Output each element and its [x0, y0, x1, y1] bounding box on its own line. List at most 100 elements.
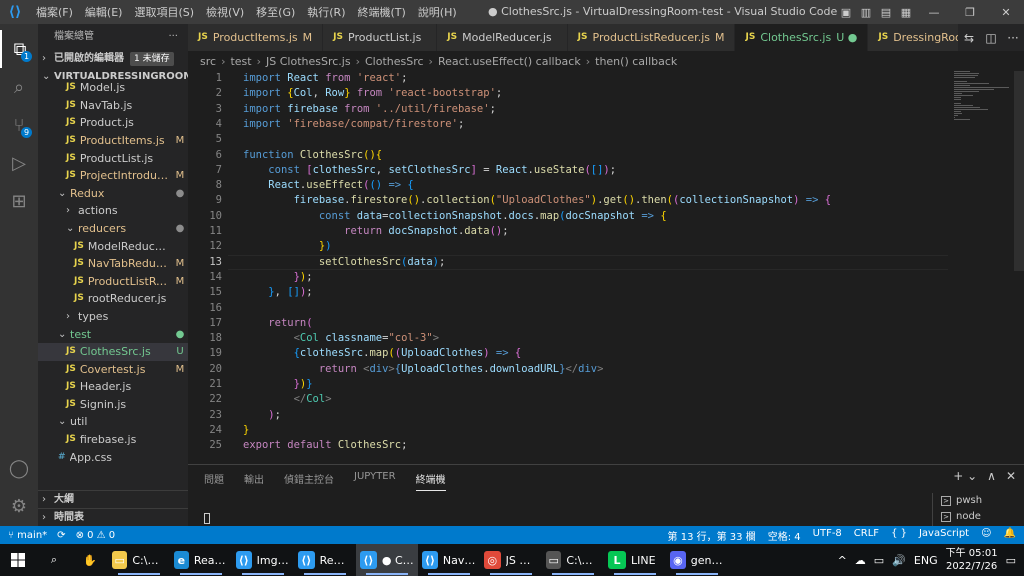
taskbar-app[interactable]: ⟨⟩ NavT... [418, 544, 480, 576]
code-line[interactable]: }, []); [243, 285, 312, 300]
feedback-icon[interactable]: ☺ [981, 528, 991, 543]
new-terminal-icon[interactable]: + ⌄ [953, 469, 977, 483]
open-editors-section[interactable]: › 已開啟的編輯器 1 未儲存 [38, 50, 188, 68]
panel-tab[interactable]: 輸出 [244, 471, 264, 491]
terminal-instance[interactable]: > node [933, 509, 1024, 525]
panel-tab[interactable]: 問題 [204, 471, 224, 491]
battery-icon[interactable]: ▭ [874, 554, 884, 567]
maximize-panel-icon[interactable]: ∧ [987, 469, 996, 483]
search-icon[interactable]: ⌕ [0, 68, 38, 106]
editor-scrollbar[interactable] [1014, 71, 1024, 271]
menu-item[interactable]: 編輯(E) [79, 4, 129, 20]
file-item[interactable]: JS Header.js [38, 378, 188, 396]
folder-item[interactable]: ⌄ Redux ● [38, 185, 188, 203]
code-line[interactable]: export default ClothesSrc; [243, 438, 407, 453]
input-language[interactable]: ENG [914, 554, 938, 567]
file-item[interactable]: JS ProductList.js [38, 150, 188, 168]
menu-item[interactable]: 檢視(V) [200, 4, 250, 20]
breadcrumb-item[interactable]: React.useEffect() callback [438, 55, 581, 68]
file-item[interactable]: # App.css [38, 449, 188, 466]
code-line[interactable]: }) [243, 239, 332, 254]
file-item[interactable]: JS Product.js [38, 114, 188, 132]
terminal-instance[interactable]: > pwsh [933, 493, 1024, 509]
breadcrumb-item[interactable]: then() callback [595, 55, 677, 68]
code-line[interactable]: {clothesSrc.map((UploadClothes) => { [243, 346, 522, 361]
code-line[interactable]: return <div>{UploadClothes.downloadURL}<… [243, 362, 604, 377]
minimize-icon[interactable]: — [916, 6, 952, 19]
taskbar-app[interactable]: ▭ C:\Us... [108, 544, 170, 576]
breadcrumb-item[interactable]: ClothesSrc [365, 55, 424, 68]
notification-center-icon[interactable]: ▭ [1006, 554, 1016, 567]
close-icon[interactable]: ✕ [988, 6, 1024, 19]
file-item[interactable]: JS rootReducer.js [38, 290, 188, 308]
split-editor-icon[interactable]: ◫ [980, 31, 1002, 45]
editor-tab[interactable]: JS ProductItems.js M [188, 24, 324, 51]
file-item[interactable]: JS NavTab.js [38, 97, 188, 115]
code-line[interactable]: } [243, 423, 249, 438]
editor-tab[interactable]: JS ClothesSrc.js U ● [735, 24, 869, 51]
panel-tab[interactable]: 終端機 [415, 471, 446, 491]
editor-tab[interactable]: JS ProductListReducer.js M [567, 24, 736, 51]
code-line[interactable]: const [clothesSrc, setClothesSrc] = Reac… [243, 163, 616, 178]
taskbar-app[interactable]: ⟨⟩ ● Cl... [356, 544, 418, 576]
editor-tab[interactable]: JS ProductList.js [323, 24, 438, 51]
code-line[interactable]: import 'firebase/compat/firestore'; [243, 117, 464, 132]
cortana-icon[interactable]: ✋ [72, 544, 108, 576]
clock[interactable]: 下午 05:01 2022/7/26 [946, 547, 998, 573]
menu-item[interactable]: 終端機(T) [352, 4, 412, 20]
taskbar-app[interactable]: ◎ JS 創... [480, 544, 542, 576]
end-of-line[interactable]: CRLF [854, 528, 879, 543]
settings-gear-icon[interactable]: ⚙ [0, 487, 38, 525]
file-item[interactable]: JS ProductItems.js M [38, 132, 188, 150]
code-line[interactable]: import React from 'react'; [243, 71, 407, 86]
show-hidden-icons-icon[interactable]: ^ [838, 554, 847, 567]
taskbar-app[interactable]: e React... [170, 544, 232, 576]
onedrive-icon[interactable]: ☁ [855, 554, 866, 567]
taskbar-app[interactable]: ◉ gene... [666, 544, 728, 576]
volume-icon[interactable]: 🔊 [892, 554, 906, 567]
taskbar-app[interactable]: ⟨⟩ Rem... [294, 544, 356, 576]
taskbar-app[interactable]: L LINE [604, 544, 666, 576]
problems-count[interactable]: ⊗ 0 ⚠ 0 [76, 530, 116, 541]
folder-item[interactable]: › actions [38, 202, 188, 220]
file-item[interactable]: JS ProjectIntroduct... M [38, 167, 188, 185]
restore-icon[interactable]: ❐ [952, 6, 988, 19]
editor-tab[interactable]: JS ModelReducer.js [437, 24, 568, 51]
breadcrumb-item[interactable]: src [200, 55, 216, 68]
file-item[interactable]: JS ClothesSrc.js U [38, 343, 188, 361]
more-actions-icon[interactable]: ··· [1002, 31, 1024, 45]
folder-item[interactable]: ⌄ test ● [38, 326, 188, 344]
code-line[interactable]: firebase.firestore().collection("UploadC… [243, 193, 831, 208]
breadcrumb-item[interactable]: test [230, 55, 251, 68]
code-line[interactable]: ); [243, 408, 281, 423]
file-item[interactable]: JS Covertest.js M [38, 361, 188, 379]
start-button[interactable] [0, 544, 36, 576]
close-panel-icon[interactable]: ✕ [1006, 469, 1016, 483]
code-line[interactable]: </Col> [243, 392, 332, 407]
notifications-bell-icon[interactable]: 🔔 [1004, 528, 1016, 543]
file-item[interactable]: JS Model.js [38, 79, 188, 97]
sync-icon[interactable]: ⟳ [57, 530, 65, 541]
run-debug-icon[interactable]: ▷ [0, 144, 38, 182]
cursor-position[interactable]: 第 13 行，第 33 欄 [668, 528, 756, 543]
language-braces-icon[interactable]: { } [891, 528, 907, 543]
folder-item[interactable]: ⌄ util [38, 413, 188, 431]
code-line[interactable]: <Col classname="col-3"> [243, 331, 439, 346]
code-line[interactable]: const data=collectionSnapshot.docs.map(d… [243, 209, 667, 224]
taskbar-app[interactable]: ⟨⟩ ImgS... [232, 544, 294, 576]
panel-toggle-icon[interactable]: ▤ [876, 6, 896, 19]
file-item[interactable]: JS firebase.js [38, 431, 188, 449]
folder-item[interactable]: › types [38, 308, 188, 326]
panel-tab[interactable]: JUPYTER [354, 471, 396, 491]
more-actions-icon[interactable]: ··· [168, 24, 178, 50]
code-line[interactable]: import {Col, Row} from 'react-bootstrap'… [243, 86, 502, 101]
menu-item[interactable]: 說明(H) [412, 4, 463, 20]
code-line[interactable]: return docSnapshot.data(); [243, 224, 508, 239]
source-control-icon[interactable]: ⑂ 9 [0, 106, 38, 144]
menu-item[interactable]: 選取項目(S) [128, 4, 200, 20]
layout-customize-icon[interactable]: ▦ [896, 6, 916, 19]
code-line[interactable]: })} [243, 377, 313, 392]
menu-item[interactable]: 檔案(F) [30, 4, 79, 20]
code-line[interactable]: function ClothesSrc(){ [243, 148, 382, 163]
code-line[interactable]: setClothesSrc(data); [243, 255, 445, 270]
